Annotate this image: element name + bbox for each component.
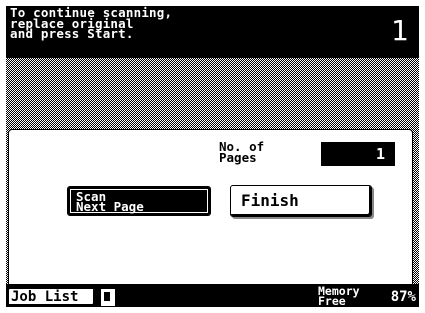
document-icon[interactable] (100, 288, 116, 307)
touch-panel-screen: To continue scanning, replace original a… (6, 6, 419, 307)
job-list-button[interactable]: Job List (8, 288, 96, 307)
scan-continue-dialog: No. of Pages 1 Scan Next Page Finish (8, 129, 413, 289)
finish-label: Finish (241, 191, 299, 210)
copy-count: 1 (391, 14, 409, 47)
status-bar: Job List Memory Free 87% (6, 284, 419, 307)
scan-next-page-button[interactable]: Scan Next Page (67, 186, 211, 216)
instruction-message: To continue scanning, replace original a… (10, 5, 173, 41)
message-bar: To continue scanning, replace original a… (6, 6, 419, 58)
pages-label: No. of Pages (219, 139, 265, 165)
finish-button[interactable]: Finish (230, 185, 372, 217)
memory-free-value: 87% (390, 289, 416, 305)
scan-next-page-label: Scan Next Page (76, 189, 144, 214)
memory-free-label: Memory Free (318, 284, 360, 308)
pages-count-display: 1 (321, 142, 395, 166)
